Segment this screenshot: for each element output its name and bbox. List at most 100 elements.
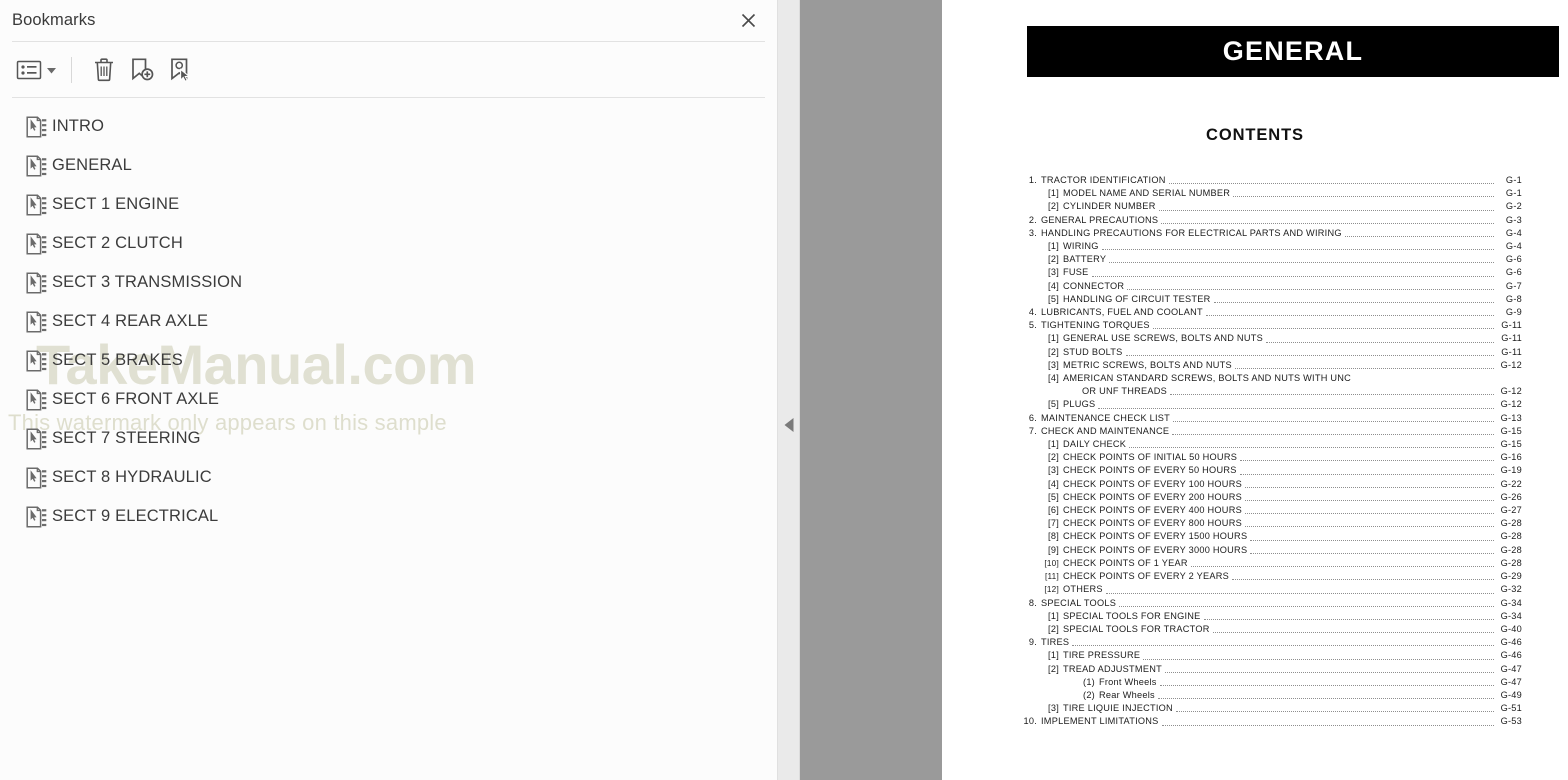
toc-entry-text: TREAD ADJUSTMENT <box>1063 663 1162 674</box>
bookmark-item[interactable]: SECT 9 ELECTRICAL <box>0 497 777 536</box>
close-icon <box>741 13 755 28</box>
toc-entry[interactable]: [4] CONNECTOR G-7 <box>1022 280 1522 293</box>
toc-entry-text: GENERAL USE SCREWS, BOLTS AND NUTS <box>1063 333 1263 344</box>
bookmark-page-icon-wrap <box>26 154 52 177</box>
toc-entry-number: [2] <box>1048 663 1059 674</box>
bookmark-item-label: SECT 2 CLUTCH <box>52 234 183 252</box>
toc-entry[interactable]: [1] MODEL NAME AND SERIAL NUMBER G-1 <box>1022 187 1522 200</box>
toc-entry-text: CHECK POINTS OF EVERY 50 HOURS <box>1063 465 1237 476</box>
list-options-button[interactable] <box>12 53 59 87</box>
toc-entry[interactable]: [2] STUD BOLTS G-11 <box>1022 346 1522 359</box>
toc-entry-page: G-4 <box>1505 241 1522 252</box>
bookmark-item[interactable]: SECT 5 BRAKES <box>0 341 777 380</box>
bookmark-page-icon <box>26 115 47 138</box>
toc-entry[interactable]: [2] CHECK POINTS OF INITIAL 50 HOURS G-16 <box>1022 451 1522 464</box>
toc-leader-dots <box>1127 282 1494 290</box>
bookmarks-panel-header: Bookmarks <box>0 0 777 41</box>
select-bookmark-button[interactable] <box>161 53 199 87</box>
toc-leader-dots <box>1170 387 1494 396</box>
toc-entry[interactable]: [1] TIRE PRESSURE G-46 <box>1022 649 1522 662</box>
toc-entry-number: [3] <box>1048 703 1059 714</box>
toc-entry[interactable]: [5] PLUGS G-12 <box>1022 398 1522 411</box>
toc-entry-text: CONNECTOR <box>1063 280 1125 291</box>
toc-entry[interactable]: 8. SPECIAL TOOLS G-34 <box>1022 597 1522 610</box>
toc-leader-dots <box>1232 572 1494 581</box>
toc-entry[interactable]: [11] CHECK POINTS OF EVERY 2 YEARS G-29 <box>1022 570 1522 583</box>
toc-leader-dots <box>1101 242 1494 251</box>
toc-entry[interactable]: [3] CHECK POINTS OF EVERY 50 HOURS G-19 <box>1022 464 1522 477</box>
bookmark-page-icon <box>26 232 47 255</box>
toc-entry[interactable]: (2) Rear Wheels G-49 <box>1022 689 1522 702</box>
toc-entry[interactable]: 3. HANDLING PRECAUTIONS FOR ELECTRICAL PA… <box>1022 227 1522 240</box>
bookmark-item[interactable]: GENERAL <box>0 146 777 185</box>
close-panel-button[interactable] <box>733 6 763 36</box>
toc-entry[interactable]: 2. GENERAL PRECAUTIONS G-3 <box>1022 214 1522 227</box>
toc-entry[interactable]: [5] HANDLING OF CIRCUIT TESTER G-8 <box>1022 293 1522 306</box>
toc-leader-dots <box>1143 652 1494 660</box>
toc-entry[interactable]: (1) Front Wheels G-47 <box>1022 676 1522 689</box>
toc-entry[interactable]: [7] CHECK POINTS OF EVERY 800 HOURS G-28 <box>1022 517 1522 530</box>
toc-entry[interactable]: [10] CHECK POINTS OF 1 YEAR G-28 <box>1022 557 1522 570</box>
toc-entry-page: G-53 <box>1500 716 1522 727</box>
bookmark-item[interactable]: SECT 4 REAR AXLE <box>0 302 777 341</box>
toc-entry[interactable]: 1. TRACTOR IDENTIFICATION G-1 <box>1022 174 1522 187</box>
toc-entry[interactable]: 9. TIRES G-46 <box>1022 636 1522 649</box>
toc-entry[interactable]: [3] METRIC SCREWS, BOLTS AND NUTS G-12 <box>1022 359 1522 372</box>
toc-entry[interactable]: [1] WIRING G-4 <box>1022 240 1522 253</box>
toc-entry-page: G-19 <box>1500 465 1522 476</box>
bookmark-item[interactable]: SECT 1 ENGINE <box>0 185 777 224</box>
bookmark-item[interactable]: INTRO <box>0 107 777 146</box>
toc-entry[interactable]: 4. LUBRICANTS, FUEL AND COOLANT G-9 <box>1022 306 1522 319</box>
section-banner: GENERAL <box>1027 26 1559 77</box>
toc-entry[interactable]: [12] OTHERS G-32 <box>1022 583 1522 596</box>
toc-entry-number: 3. <box>1028 227 1037 238</box>
toc-entry[interactable]: [4] AMERICAN STANDARD SCREWS, BOLTS AND N… <box>1022 372 1522 385</box>
toc-entry[interactable]: [5] CHECK POINTS OF EVERY 200 HOURS G-26 <box>1022 491 1522 504</box>
toc-entry[interactable]: [3] FUSE G-6 <box>1022 266 1522 279</box>
bookmarks-toolbar <box>0 42 777 97</box>
trash-icon <box>95 58 113 82</box>
toc-entry[interactable]: [2] SPECIAL TOOLS FOR TRACTOR G-40 <box>1022 623 1522 636</box>
bookmark-item[interactable]: SECT 3 TRANSMISSION <box>0 263 777 302</box>
bookmark-item[interactable]: SECT 8 HYDRAULIC <box>0 458 777 497</box>
toc-leader-dots <box>1265 335 1494 343</box>
toc-entry-page: G-47 <box>1500 676 1522 687</box>
delete-bookmark-button[interactable] <box>85 53 123 87</box>
add-bookmark-button[interactable] <box>123 53 161 87</box>
bookmark-page-icon-wrap <box>26 349 52 372</box>
toc-entry-page: G-1 <box>1505 188 1522 199</box>
toc-entry-page: G-12 <box>1500 359 1522 370</box>
bookmark-item[interactable]: SECT 2 CLUTCH <box>0 224 777 263</box>
toc-entry[interactable]: [1] DAILY CHECK G-15 <box>1022 438 1522 451</box>
triangle-left-icon[interactable] <box>784 418 793 432</box>
toc-entry[interactable]: 10. IMPLEMENT LIMITATIONS G-53 <box>1022 715 1522 728</box>
toc-entry[interactable]: [1] GENERAL USE SCREWS, BOLTS AND NUTS G-1… <box>1022 332 1522 345</box>
toc-entry-number: 5. <box>1028 320 1037 331</box>
toc-entry-text: CHECK POINTS OF EVERY 200 HOURS <box>1063 491 1242 502</box>
toc-entry[interactable]: OR UNF THREADS G-12 <box>1022 385 1522 398</box>
toc-entry[interactable]: 5. TIGHTENING TORQUES G-11 <box>1022 319 1522 332</box>
toc-entry-text: HANDLING OF CIRCUIT TESTER <box>1063 293 1211 304</box>
toc-entry[interactable]: [4] CHECK POINTS OF EVERY 100 HOURS G-22 <box>1022 478 1522 491</box>
toc-entry-number: [5] <box>1048 399 1059 410</box>
toc-entry[interactable]: 6. MAINTENANCE CHECK LIST G-13 <box>1022 412 1522 425</box>
toc-entry[interactable]: [2] BATTERY G-6 <box>1022 253 1522 266</box>
panel-splitter[interactable] <box>777 0 800 780</box>
bookmark-page-icon <box>26 271 47 294</box>
toc-entry[interactable]: [6] CHECK POINTS OF EVERY 400 HOURS G-27 <box>1022 504 1522 517</box>
toc-entry[interactable]: [8] CHECK POINTS OF EVERY 1500 HOURS G-28 <box>1022 530 1522 543</box>
bookmark-page-icon <box>26 154 47 177</box>
bookmark-item[interactable]: SECT 7 STEERING <box>0 419 777 458</box>
toc-entry-number: [1] <box>1048 333 1059 344</box>
toc-entry[interactable]: [2] TREAD ADJUSTMENT G-47 <box>1022 663 1522 676</box>
toc-entry[interactable]: [2] CYLINDER NUMBER G-2 <box>1022 200 1522 213</box>
toc-entry-text: TIRE PRESSURE <box>1063 650 1141 661</box>
toc-entry-number: [4] <box>1048 373 1059 384</box>
toc-leader-dots <box>1172 427 1494 436</box>
toc-entry[interactable]: 7. CHECK AND MAINTENANCE G-15 <box>1022 425 1522 438</box>
toc-entry-number: [2] <box>1048 623 1059 634</box>
toc-entry[interactable]: [1] SPECIAL TOOLS FOR ENGINE G-34 <box>1022 610 1522 623</box>
toc-entry[interactable]: [3] TIRE LIQUIE INJECTION G-51 <box>1022 702 1522 715</box>
bookmark-item[interactable]: SECT 6 FRONT AXLE <box>0 380 777 419</box>
toc-entry[interactable]: [9] CHECK POINTS OF EVERY 3000 HOURS G-28 <box>1022 544 1522 557</box>
